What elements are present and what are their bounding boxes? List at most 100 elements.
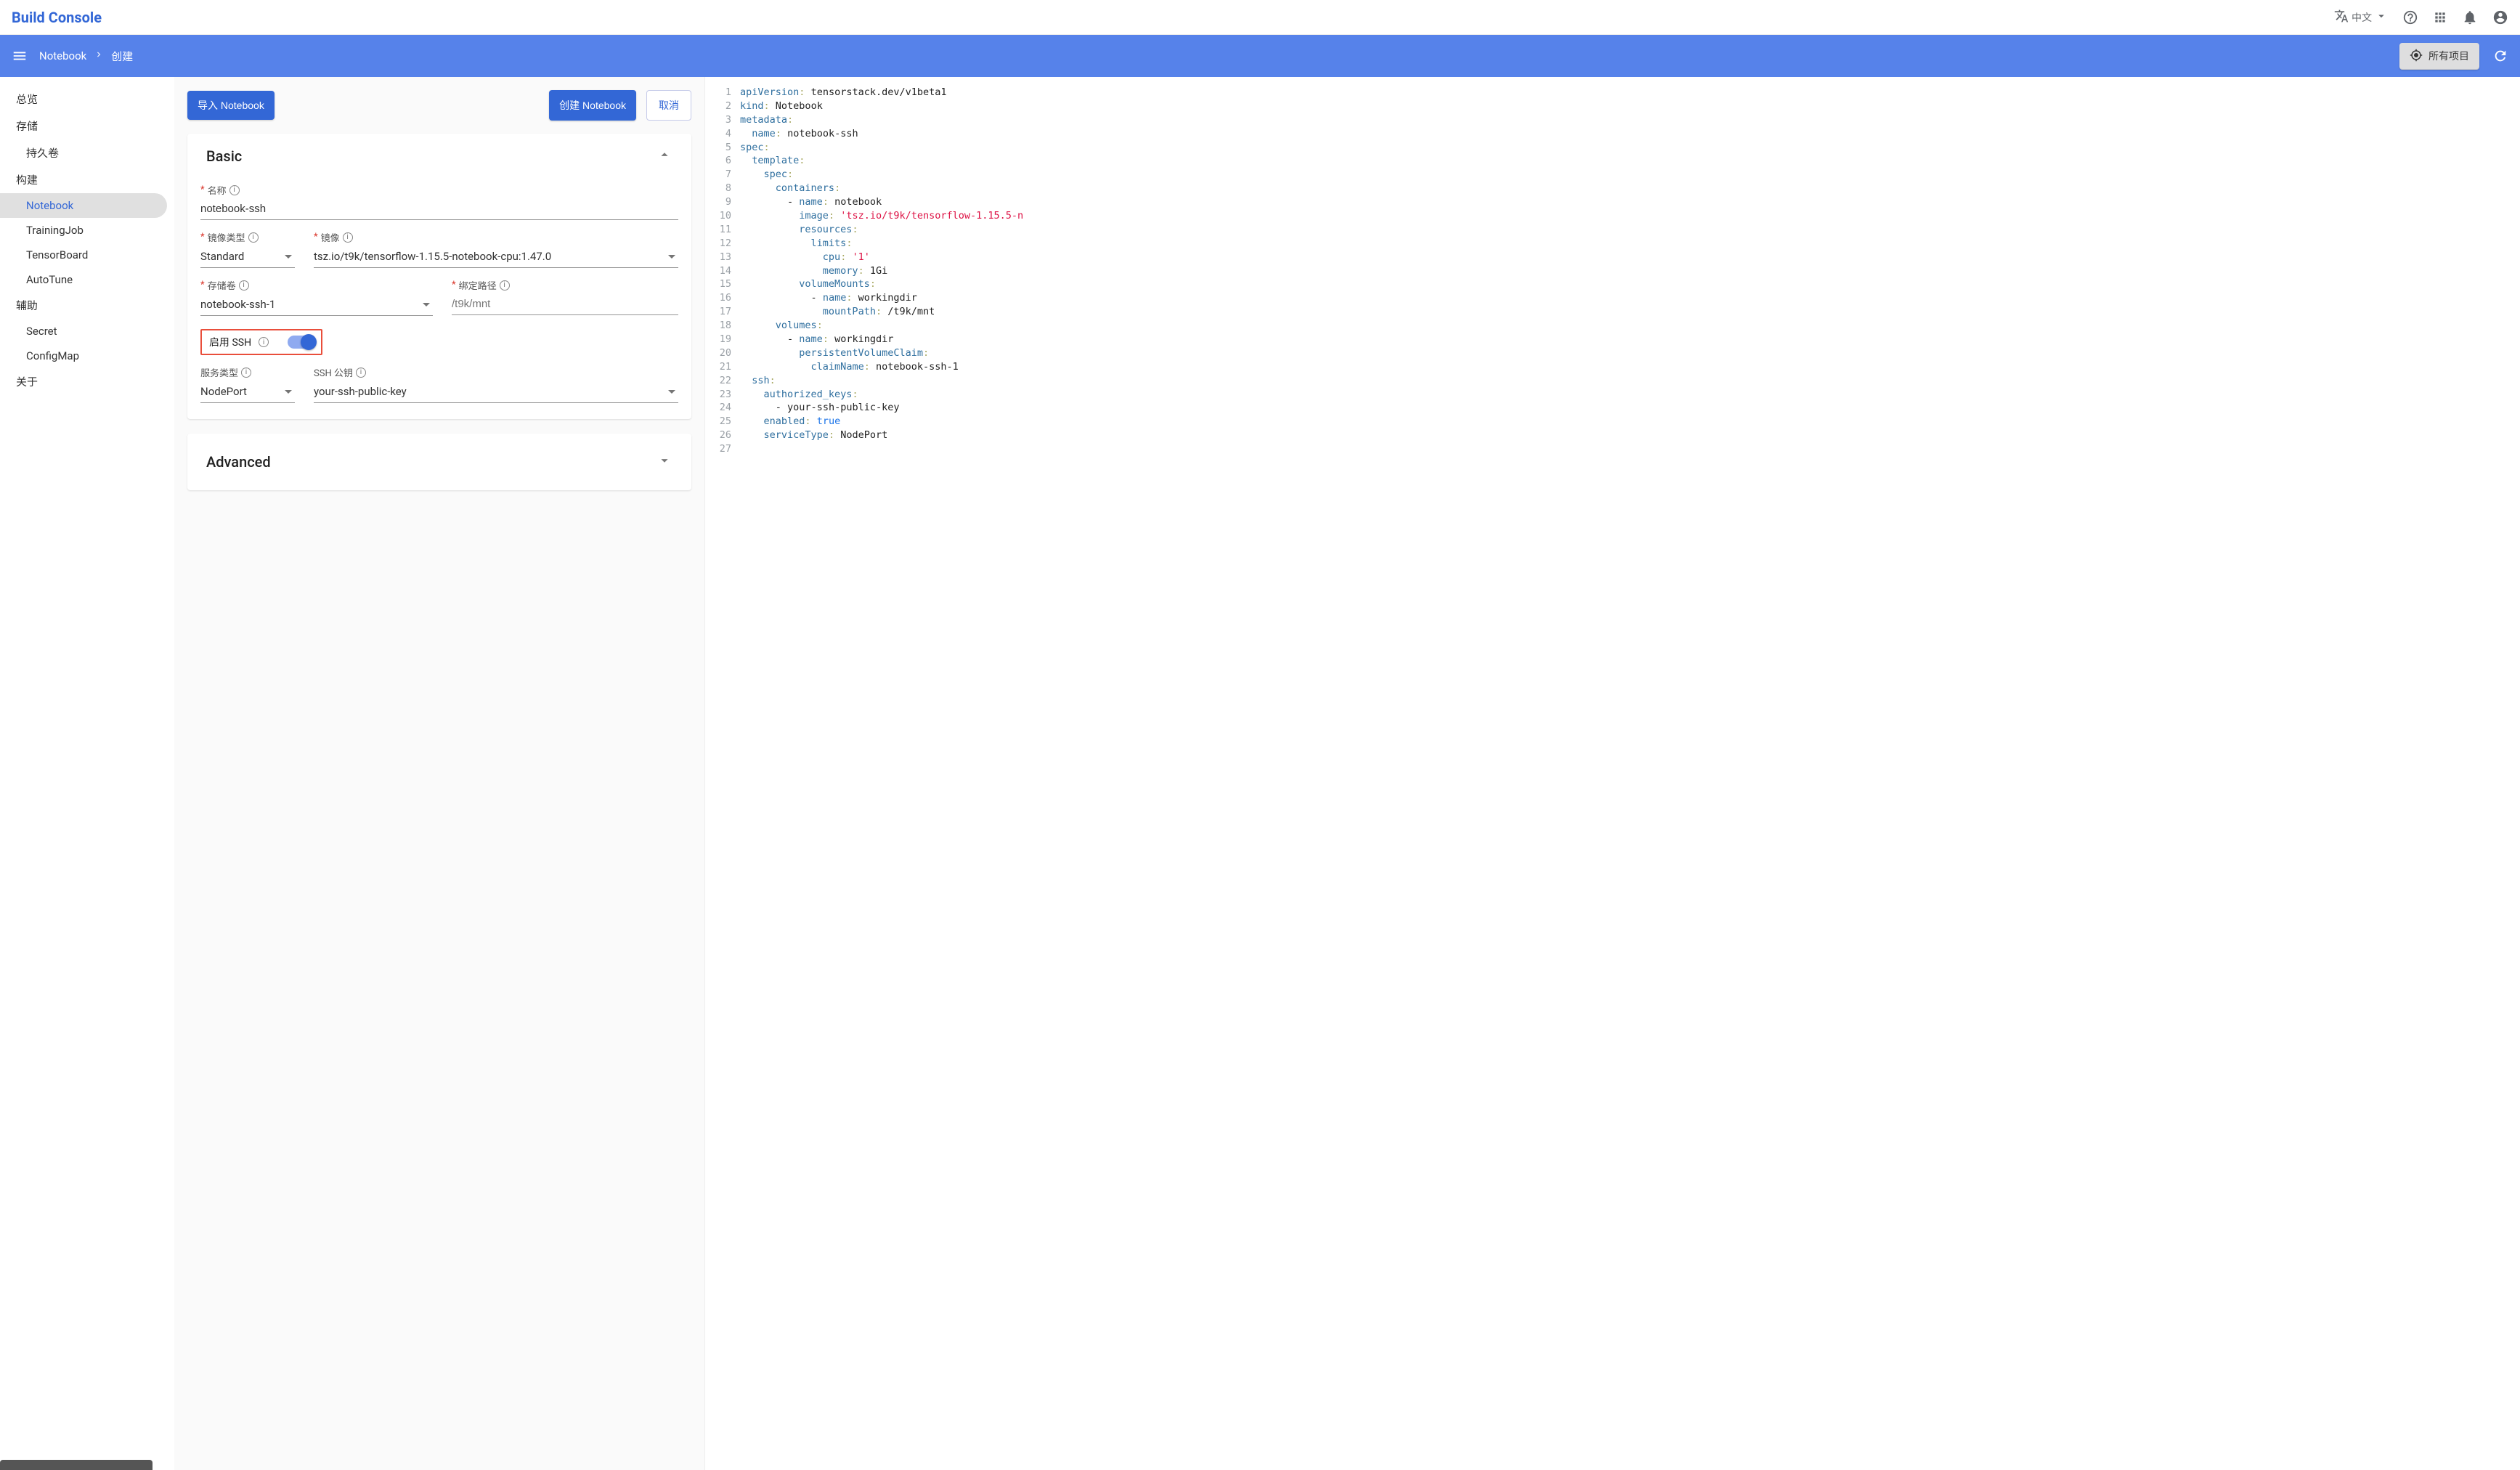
language-label: 中文 xyxy=(2352,10,2372,25)
topbar-actions: 中文 xyxy=(2334,9,2508,26)
sidebar-item-overview[interactable]: 总览 xyxy=(0,86,174,113)
code-line: 1apiVersion: tensorstack.dev/v1beta1 xyxy=(705,86,2520,100)
info-icon[interactable]: i xyxy=(229,185,240,195)
mount-input[interactable] xyxy=(452,293,678,315)
advanced-title: Advanced xyxy=(206,453,271,471)
info-icon[interactable]: i xyxy=(259,337,269,347)
all-projects-button[interactable]: 所有项目 xyxy=(2399,43,2479,70)
code-line: 19 - name: workingdir xyxy=(705,333,2520,346)
code-line: 18 volumes: xyxy=(705,319,2520,333)
code-line: 26 serviceType: NodePort xyxy=(705,429,2520,442)
info-icon[interactable]: i xyxy=(343,232,353,243)
code-line: 2kind: Notebook xyxy=(705,100,2520,113)
code-line: 3metadata: xyxy=(705,113,2520,127)
chevron-down-icon xyxy=(2375,9,2388,25)
sidebar-item-autotune[interactable]: AutoTune xyxy=(0,267,167,292)
language-switcher[interactable]: 中文 xyxy=(2334,9,2388,26)
sidebar-item-pvc[interactable]: 持久卷 xyxy=(0,139,167,166)
service-type-label: 服务类型 xyxy=(200,365,238,379)
name-label: 名称 xyxy=(208,183,227,197)
advanced-card: Advanced xyxy=(187,434,691,490)
code-line: 11 resources: xyxy=(705,223,2520,237)
yaml-editor[interactable]: 1apiVersion: tensorstack.dev/v1beta12kin… xyxy=(704,77,2520,1470)
import-notebook-button[interactable]: 导入 Notebook xyxy=(187,91,275,120)
ssh-pubkey-label: SSH 公钥 xyxy=(314,365,353,379)
help-icon[interactable] xyxy=(2402,9,2418,25)
sidebar-item-tensorboard[interactable]: TensorBoard xyxy=(0,243,167,267)
code-line: 20 persistentVolumeClaim: xyxy=(705,346,2520,360)
account-icon[interactable] xyxy=(2492,9,2508,25)
menu-icon[interactable] xyxy=(12,48,28,64)
code-line: 22 ssh: xyxy=(705,374,2520,388)
info-icon[interactable]: i xyxy=(500,280,510,291)
code-line: 12 limits: xyxy=(705,237,2520,251)
code-line: 10 image: 'tsz.io/t9k/tensorflow-1.15.5-… xyxy=(705,209,2520,223)
name-input[interactable] xyxy=(200,198,678,220)
code-line: 16 - name: workingdir xyxy=(705,291,2520,305)
chevron-up-icon xyxy=(657,147,672,166)
enable-ssh-callout: 启用 SSH i xyxy=(200,329,322,355)
code-line: 6 template: xyxy=(705,154,2520,168)
code-line: 9 - name: notebook xyxy=(705,195,2520,209)
code-line: 14 memory: 1Gi xyxy=(705,264,2520,278)
image-type-select[interactable]: Standard xyxy=(200,245,295,268)
image-type-label: 镜像类型 xyxy=(208,230,245,244)
volume-label: 存储卷 xyxy=(208,278,236,292)
basic-card-header[interactable]: Basic xyxy=(187,134,691,173)
notifications-icon[interactable] xyxy=(2462,9,2478,25)
body: 总览 存储 持久卷 构建 Notebook TrainingJob Tensor… xyxy=(0,77,2520,1470)
info-icon[interactable]: i xyxy=(241,368,251,378)
code-line: 27 xyxy=(705,442,2520,456)
translate-icon xyxy=(2334,9,2349,26)
create-notebook-button[interactable]: 创建 Notebook xyxy=(549,90,636,121)
ssh-pubkey-select[interactable]: your-ssh-public-key xyxy=(314,381,678,403)
basic-title: Basic xyxy=(206,147,242,165)
target-icon xyxy=(2410,49,2423,64)
sidebar-group-assist: 辅助 xyxy=(0,292,174,319)
sidebar-item-secret[interactable]: Secret xyxy=(0,319,167,344)
image-select[interactable]: tsz.io/t9k/tensorflow-1.15.5-notebook-cp… xyxy=(314,245,678,268)
subheader: Notebook 创建 所有项目 xyxy=(0,35,2520,77)
code-line: 4 name: notebook-ssh xyxy=(705,127,2520,141)
breadcrumb-notebook[interactable]: Notebook xyxy=(39,49,86,62)
breadcrumb: Notebook 创建 xyxy=(39,49,133,64)
sidebar-item-configmap[interactable]: ConfigMap xyxy=(0,344,167,368)
sidebar-group-build: 构建 xyxy=(0,166,174,193)
all-projects-label: 所有项目 xyxy=(2428,49,2469,63)
image-label: 镜像 xyxy=(321,230,340,244)
advanced-card-header[interactable]: Advanced xyxy=(187,434,691,490)
topbar: Build Console 中文 xyxy=(0,0,2520,35)
chevron-down-icon xyxy=(657,452,672,471)
sidebar: 总览 存储 持久卷 构建 Notebook TrainingJob Tensor… xyxy=(0,77,174,1470)
chevron-right-icon xyxy=(94,49,104,62)
enable-ssh-label: 启用 SSH xyxy=(209,335,251,349)
info-icon[interactable]: i xyxy=(356,368,366,378)
refresh-icon[interactable] xyxy=(2492,48,2508,64)
volume-select[interactable]: notebook-ssh-1 xyxy=(200,293,433,316)
brand-title: Build Console xyxy=(12,9,102,26)
code-line: 21 claimName: notebook-ssh-1 xyxy=(705,360,2520,374)
mount-label: 绑定路径 xyxy=(459,278,497,292)
form-column: 导入 Notebook 创建 Notebook 取消 Basic xyxy=(174,77,704,1470)
sidebar-item-trainingjob[interactable]: TrainingJob xyxy=(0,218,167,243)
status-bar xyxy=(0,1460,153,1470)
main: 导入 Notebook 创建 Notebook 取消 Basic xyxy=(174,77,2520,1470)
cancel-button[interactable]: 取消 xyxy=(646,90,691,121)
code-line: 7 spec: xyxy=(705,168,2520,182)
apps-icon[interactable] xyxy=(2433,10,2447,25)
enable-ssh-toggle[interactable] xyxy=(288,336,314,349)
sidebar-item-notebook[interactable]: Notebook xyxy=(0,193,167,218)
service-type-select[interactable]: NodePort xyxy=(200,381,295,403)
info-icon[interactable]: i xyxy=(239,280,249,291)
code-line: 8 containers: xyxy=(705,182,2520,195)
breadcrumb-create: 创建 xyxy=(111,49,133,64)
code-line: 13 cpu: '1' xyxy=(705,251,2520,264)
info-icon[interactable]: i xyxy=(248,232,259,243)
code-line: 5spec: xyxy=(705,141,2520,155)
sidebar-group-storage: 存储 xyxy=(0,113,174,139)
action-row: 导入 Notebook 创建 Notebook 取消 xyxy=(187,90,691,121)
basic-card: Basic *名称i xyxy=(187,134,691,419)
code-line: 24 - your-ssh-public-key xyxy=(705,401,2520,415)
code-line: 23 authorized_keys: xyxy=(705,388,2520,402)
sidebar-item-about[interactable]: 关于 xyxy=(0,368,174,395)
